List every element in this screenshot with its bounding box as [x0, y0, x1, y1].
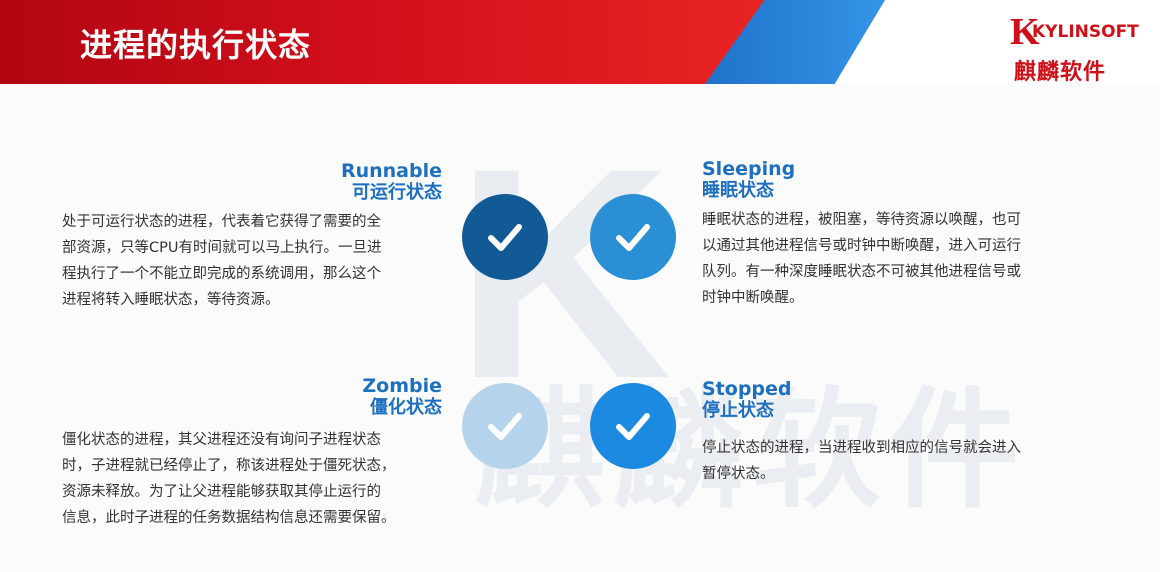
zombie-name-en: Zombie: [362, 375, 442, 397]
sleeping-line-2: 以通过其他进程信号或时钟中断唤醒，进入可运行: [702, 238, 1021, 254]
runnable-line-4: 进程将转入睡眠状态，等待资源。: [62, 292, 280, 308]
sleeping-line-1: 睡眠状态的进程，被阻塞，等待资源以唤醒，也可: [702, 212, 1021, 228]
zombie-line-4: 信息，此时子进程的任务数据结构信息还需要保留。: [62, 510, 396, 526]
sleeping-line-3: 队列。有一种深度睡眠状态不可被其他进程信号或: [702, 264, 1021, 280]
logo-chinese-text: 麒麟软件: [1014, 60, 1107, 85]
sleeping-check-badge: [590, 194, 676, 280]
sleeping-name-en: Sleeping: [702, 158, 796, 180]
check-icon: [616, 224, 650, 251]
stopped-name-cn: 停止状态: [702, 400, 774, 421]
runnable-check-badge: [462, 194, 548, 280]
stopped-description: 停止状态的进程，当进程收到相应的信号就会进入 暂停状态。: [702, 435, 1102, 487]
zombie-description: 僵化状态的进程，其父进程还没有询问子进程状态 时，子进程就已经停止了，称该进程处…: [62, 427, 462, 531]
runnable-title: Runnable 可运行状态: [300, 160, 442, 204]
runnable-line-1: 处于可运行状态的进程，代表着它获得了需要的全: [62, 214, 381, 230]
runnable-line-2: 部资源，只等CPU有时间就可以马上执行。一旦进: [62, 240, 382, 256]
page-title: 进程的执行状态: [80, 26, 312, 64]
stopped-name-en: Stopped: [702, 378, 792, 400]
stopped-check-badge: [590, 383, 676, 469]
sleeping-description: 睡眠状态的进程，被阻塞，等待资源以唤醒，也可 以通过其他进程信号或时钟中断唤醒，…: [702, 207, 1102, 311]
company-logo: K KYLINSOFT 麒麟软件: [1010, 8, 1140, 85]
sleeping-line-4: 时钟中断唤醒。: [702, 290, 804, 306]
runnable-name-cn: 可运行状态: [352, 182, 442, 203]
zombie-line-2: 时，子进程就已经停止了，称该进程处于僵死状态，: [62, 458, 396, 474]
slide-header: 进程的执行状态 K KYLINSOFT 麒麟软件: [0, 0, 1160, 85]
zombie-name-cn: 僵化状态: [370, 397, 442, 418]
sleeping-name-cn: 睡眠状态: [702, 180, 774, 201]
logo-text: KYLINSOFT: [1032, 22, 1139, 42]
zombie-title: Zombie 僵化状态: [300, 375, 442, 419]
stopped-line-2: 暂停状态。: [702, 466, 775, 482]
zombie-check-badge: [462, 383, 548, 469]
zombie-line-1: 僵化状态的进程，其父进程还没有询问子进程状态: [62, 432, 381, 448]
stopped-line-1: 停止状态的进程，当进程收到相应的信号就会进入: [702, 440, 1021, 456]
stopped-title: Stopped 停止状态: [702, 378, 902, 422]
check-icon: [616, 413, 650, 440]
runnable-name-en: Runnable: [340, 160, 442, 182]
zombie-line-3: 资源未释放。为了让父进程能够获取其停止运行的: [62, 484, 381, 500]
check-icon: [488, 413, 522, 440]
runnable-description: 处于可运行状态的进程，代表着它获得了需要的全 部资源，只等CPU有时间就可以马上…: [62, 209, 462, 313]
sleeping-title: Sleeping 睡眠状态: [702, 158, 902, 202]
check-icon: [488, 224, 522, 251]
runnable-line-3: 程执行了一个不能立即完成的系统调用，那么这个: [62, 266, 381, 282]
